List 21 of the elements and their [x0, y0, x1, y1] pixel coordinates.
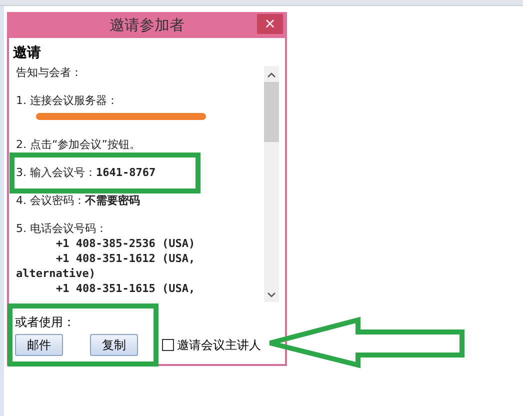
action-button[interactable]: 复制 [90, 334, 138, 356]
step-text: 4. 会议密码：不需要密码 [16, 194, 141, 208]
close-button[interactable]: × [257, 14, 283, 34]
body-text: 告知与会者： [16, 66, 83, 80]
phone-number: alternative) [16, 266, 96, 281]
phone-number: +1 408-351-1615 (USA, [55, 281, 196, 296]
section-heading: 邀请 [13, 44, 42, 62]
window-title: 邀请参加者 [110, 16, 184, 34]
step-text: 5. 电话会议号码： [16, 222, 108, 236]
phone-number: +1 408-351-1612 (USA, [55, 251, 196, 266]
scroll-down-icon[interactable] [267, 292, 276, 298]
action-button[interactable]: 邮件 [15, 334, 63, 356]
scrollbar[interactable] [264, 66, 279, 302]
step-text: 1. 连接会议服务器： [16, 94, 119, 108]
checkbox[interactable] [162, 339, 174, 351]
step-text: 3. 输入会议号：1641-8767 [16, 166, 157, 180]
scroll-up-icon[interactable] [267, 72, 276, 78]
checkbox-label: 邀请会议主讲人 [177, 336, 261, 354]
step-text: 2. 点击“参加会议”按钮。 [16, 138, 142, 152]
phone-number: +1 408-385-2536 (USA) [55, 236, 196, 251]
footer-label: 或者使用： [15, 314, 76, 330]
